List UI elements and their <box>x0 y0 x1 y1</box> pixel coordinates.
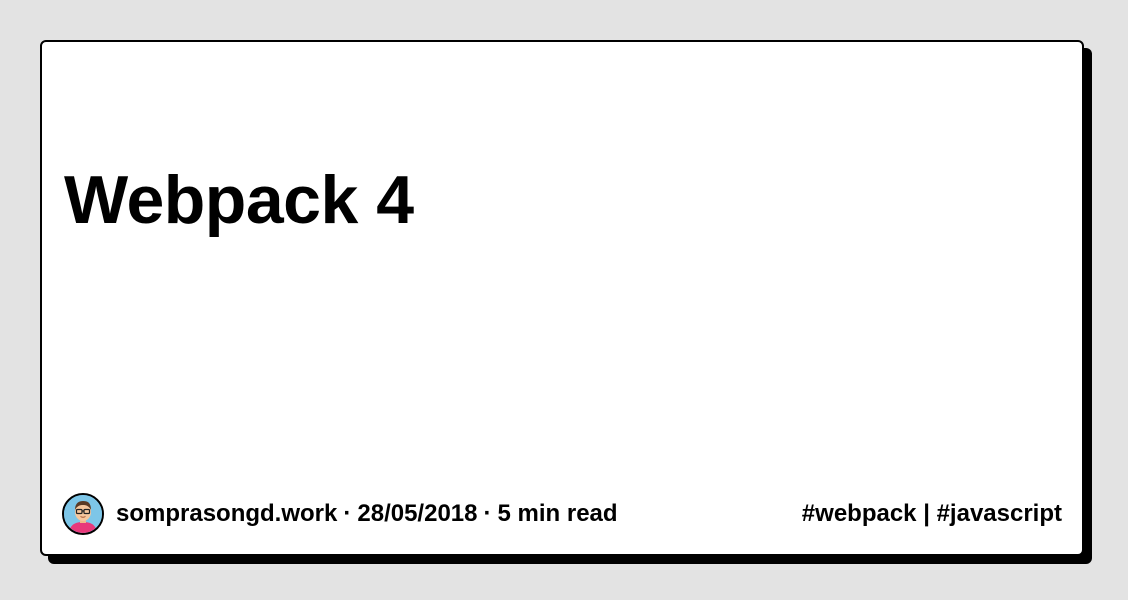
read-time: 5 min read <box>497 500 618 527</box>
post-date: 28/05/2018 <box>357 500 478 527</box>
post-tags: #webpack | #javascript <box>801 500 1062 527</box>
person-avatar-icon <box>64 495 102 533</box>
post-meta: somprasongd.work · 28/05/2018 · 5 min re… <box>62 493 618 535</box>
post-card: Webpack 4 somprasongd.work · 28/05/2018 … <box>40 40 1084 556</box>
author-name: somprasongd.work <box>116 500 338 527</box>
post-title: Webpack 4 <box>64 162 414 238</box>
meta-separator: · <box>483 500 492 527</box>
author-avatar <box>62 493 104 535</box>
card-footer: somprasongd.work · 28/05/2018 · 5 min re… <box>62 492 1062 536</box>
social-card-stage: Webpack 4 somprasongd.work · 28/05/2018 … <box>0 0 1128 600</box>
meta-separator: · <box>343 500 352 527</box>
